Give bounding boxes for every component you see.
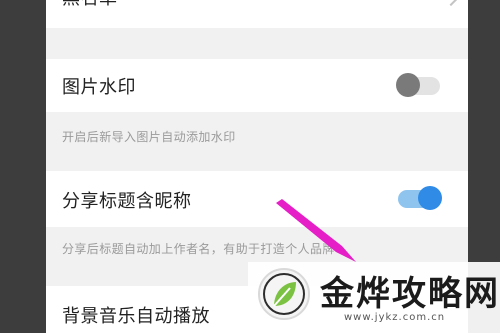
- watermark-url: www.jykz.com.cn: [344, 312, 446, 323]
- watermark-title: 金烨攻略网: [320, 274, 500, 314]
- leaf-logo-icon: [258, 268, 310, 320]
- annotation-arrow-shape: [276, 199, 356, 262]
- watermark-overlay: 金烨攻略网 www.jykz.com.cn: [248, 262, 500, 333]
